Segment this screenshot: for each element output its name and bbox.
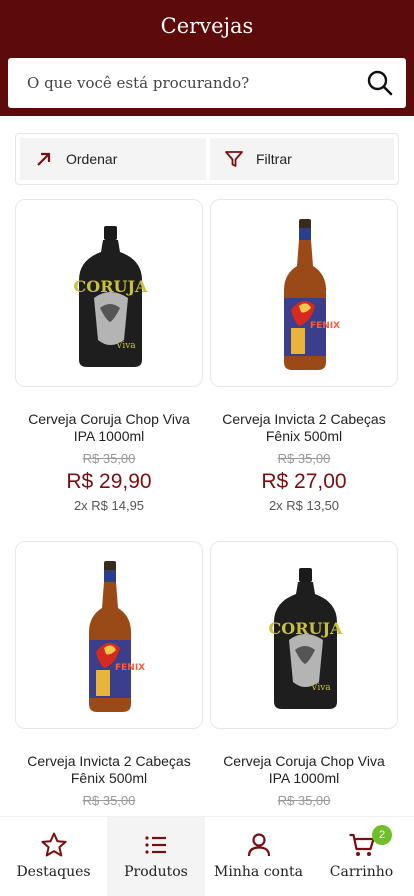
- product-name[interactable]: Cerveja Invicta 2 Cabeças Fênix 500ml: [210, 411, 398, 445]
- sort-filter-bar: Ordenar Filtrar: [15, 133, 399, 185]
- tab-label: Produtos: [124, 864, 188, 880]
- product-price: R$ 27,00: [261, 470, 347, 493]
- amber-bottle-image: FENIX: [89, 561, 145, 712]
- product-name[interactable]: Cerveja Coruja Chop Viva IPA 1000ml: [15, 411, 203, 445]
- tab-label: Destaques: [16, 864, 91, 880]
- sort-button[interactable]: Ordenar: [20, 138, 206, 180]
- tab-destaques[interactable]: Destaques: [2, 817, 105, 896]
- product-name[interactable]: Cerveja Coruja Chop Viva IPA 1000ml: [210, 753, 398, 787]
- product-image[interactable]: FENIX: [210, 199, 398, 387]
- tab-label: Carrinho: [329, 864, 394, 880]
- black-bottle-image: CORUJA Viva: [269, 568, 343, 709]
- filter-icon: [225, 151, 243, 167]
- product-image[interactable]: CORUJA Viva: [15, 199, 203, 387]
- tab-minha-conta[interactable]: Minha conta: [207, 817, 310, 896]
- user-icon: [247, 833, 270, 857]
- filter-label: Filtrar: [256, 151, 292, 167]
- product-old-price: R$ 35,00: [82, 451, 136, 466]
- search-icon[interactable]: [366, 69, 394, 97]
- page-title: Cervejas: [160, 14, 254, 38]
- product-image[interactable]: FENIX: [15, 541, 203, 729]
- bottom-tab-bar: Destaques Produtos Minha conta 2 Carrinh…: [0, 816, 414, 896]
- app-header: Cervejas: [0, 0, 414, 116]
- svg-text:Viva: Viva: [115, 341, 136, 351]
- product-old-price: R$ 35,00: [82, 793, 136, 808]
- product-card[interactable]: FENIX Cerveja Invicta 2 Cabeças Fênix 50…: [15, 541, 203, 808]
- product-card[interactable]: CORUJA Viva Cerveja Coruja Chop Viva IPA…: [15, 199, 203, 513]
- tab-produtos[interactable]: Produtos: [107, 817, 205, 896]
- product-old-price: R$ 35,00: [277, 793, 331, 808]
- svg-text:Viva: Viva: [310, 683, 331, 693]
- star-icon: [40, 832, 67, 857]
- filter-button[interactable]: Filtrar: [210, 138, 394, 180]
- cart-count-badge: 2: [372, 825, 392, 845]
- sort-label: Ordenar: [66, 151, 118, 167]
- svg-text:FENIX: FENIX: [310, 321, 340, 331]
- product-card[interactable]: CORUJA Viva Cerveja Coruja Chop Viva IPA…: [210, 541, 398, 808]
- search-input[interactable]: [27, 58, 357, 108]
- arrow-up-right-icon: [37, 152, 51, 166]
- tab-carrinho[interactable]: 2 Carrinho: [310, 817, 413, 896]
- product-price: R$ 29,90: [66, 470, 152, 493]
- product-old-price: R$ 35,00: [277, 451, 331, 466]
- product-installments: 2x R$ 14,95: [73, 498, 145, 513]
- product-card[interactable]: FENIX Cerveja Invicta 2 Cabeças Fênix 50…: [210, 199, 398, 513]
- search-bar[interactable]: [8, 58, 406, 108]
- amber-bottle-image: FENIX: [284, 219, 340, 370]
- product-image[interactable]: CORUJA Viva: [210, 541, 398, 729]
- tab-label: Minha conta: [214, 864, 303, 880]
- product-name[interactable]: Cerveja Invicta 2 Cabeças Fênix 500ml: [15, 753, 203, 787]
- svg-text:FENIX: FENIX: [115, 663, 145, 673]
- black-bottle-image: CORUJA Viva: [74, 226, 148, 367]
- list-icon: [145, 836, 166, 854]
- product-installments: 2x R$ 13,50: [268, 498, 340, 513]
